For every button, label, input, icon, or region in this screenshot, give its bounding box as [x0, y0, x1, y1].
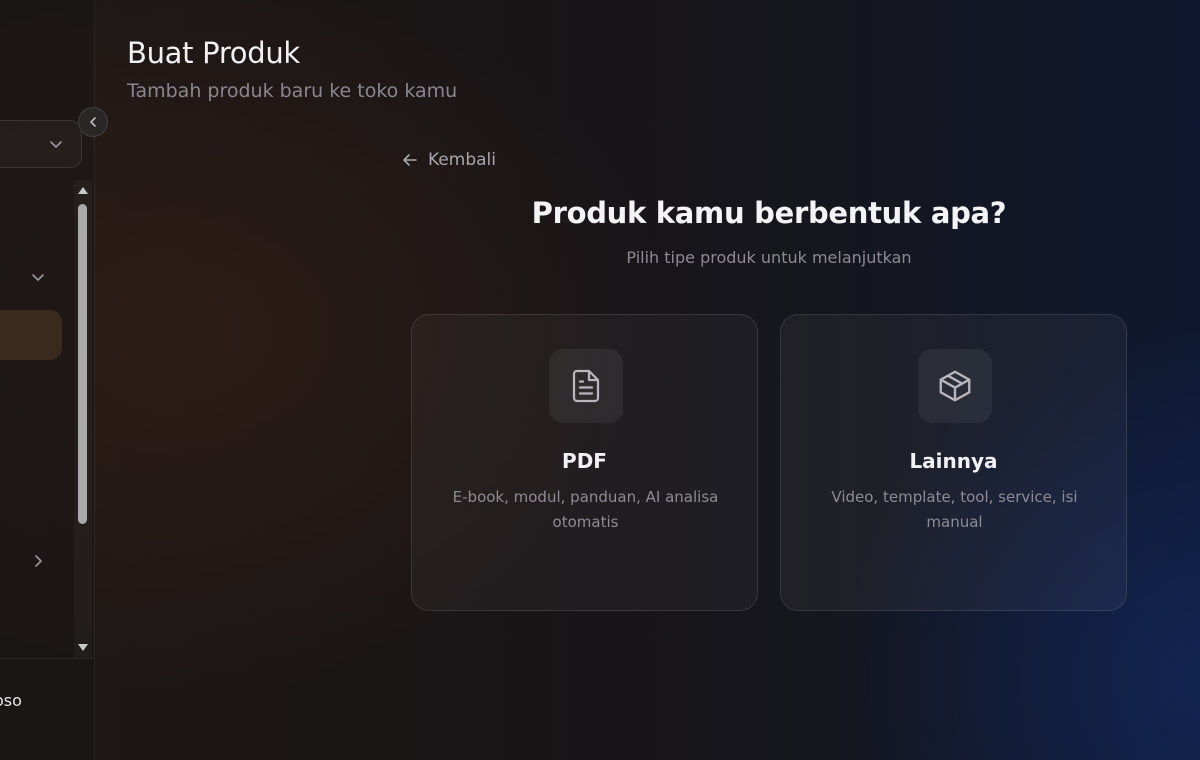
sidebar-footer: oso: [0, 658, 95, 760]
package-icon: [939, 370, 971, 402]
card-icon-box: [918, 349, 992, 423]
page-title: Buat Produk: [127, 36, 300, 70]
scroll-down-arrow[interactable]: [78, 644, 88, 651]
chevron-down-icon[interactable]: [31, 270, 45, 284]
product-type-hint: Pilih tipe produk untuk melanjutkan: [626, 248, 912, 267]
product-type-question: Produk kamu berbentuk apa?: [531, 196, 1007, 230]
sidebar-item-active[interactable]: [0, 310, 62, 360]
back-link[interactable]: Kembali: [402, 150, 496, 170]
chevron-right-icon[interactable]: [31, 554, 45, 568]
scroll-up-arrow[interactable]: [78, 187, 88, 194]
store-selector[interactable]: [0, 120, 82, 168]
chevron-left-icon: [90, 117, 96, 127]
user-name[interactable]: oso: [0, 691, 22, 710]
card-description: E-book, modul, panduan, AI analisa otoma…: [452, 488, 719, 531]
card-description: Video, template, tool, service, isi manu…: [831, 488, 1078, 531]
sidebar-scrollbar[interactable]: [74, 180, 92, 658]
product-type-card-pdf[interactable]: PDF E-book, modul, panduan, AI analisa o…: [411, 314, 758, 611]
card-title: Lainnya: [909, 449, 998, 473]
scroll-thumb[interactable]: [78, 204, 87, 524]
arrow-left-icon: [403, 154, 417, 166]
card-title: PDF: [562, 449, 607, 473]
page-subtitle: Tambah produk baru ke toko kamu: [127, 80, 458, 102]
sidebar-collapse-button[interactable]: [78, 107, 108, 137]
file-text-icon: [572, 369, 600, 403]
back-link-label: Kembali: [428, 150, 496, 170]
product-type-card-lainnya[interactable]: Lainnya Video, template, tool, service, …: [780, 314, 1127, 611]
card-icon-box: [549, 349, 623, 423]
chevron-down-icon: [50, 141, 62, 148]
